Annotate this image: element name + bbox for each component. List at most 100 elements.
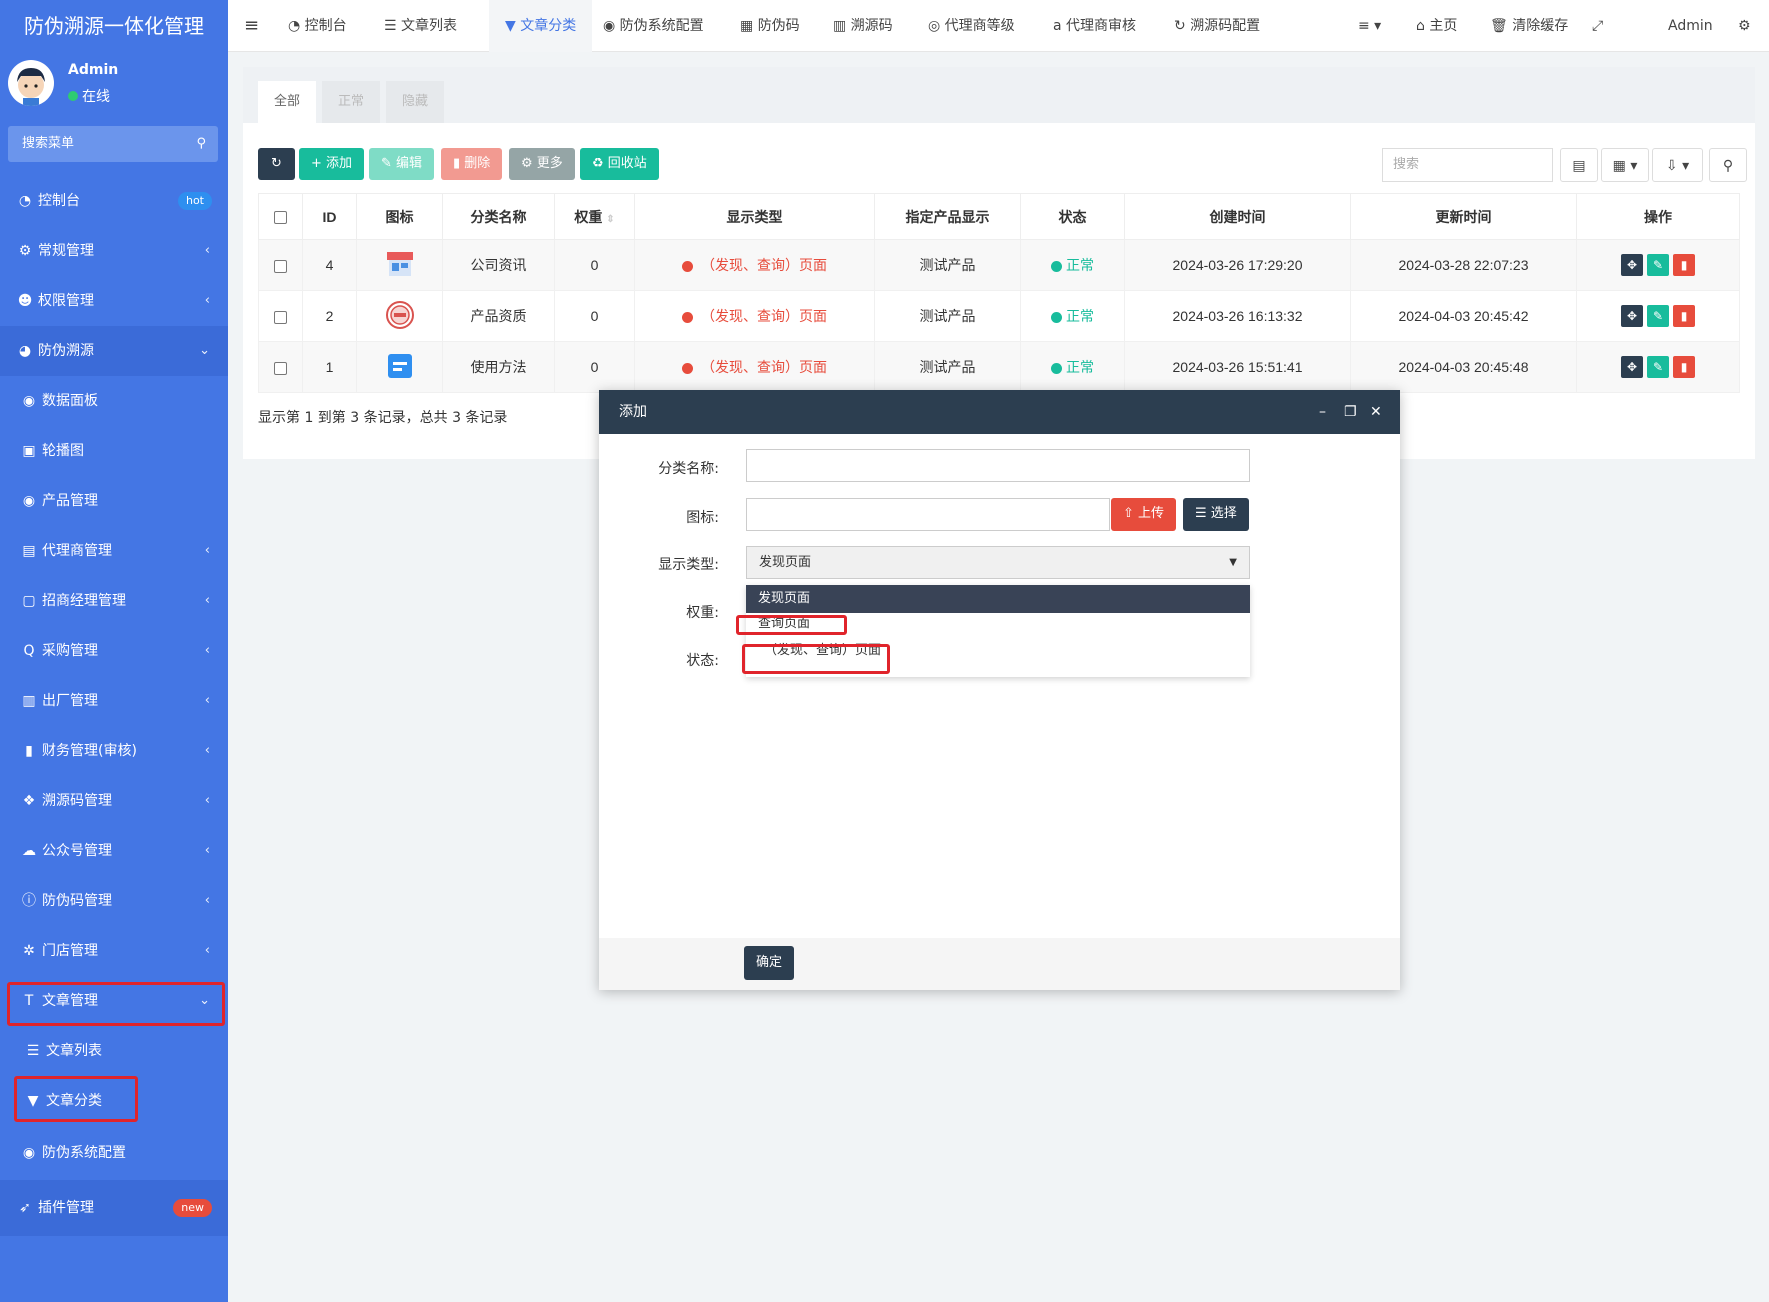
filter-tab-hidden[interactable]: 隐藏: [386, 81, 445, 123]
sidebar-item-stores[interactable]: ✲ 门店管理 ‹: [0, 926, 228, 976]
online-dot-icon: [68, 91, 78, 101]
delete-row-icon[interactable]: ▮: [1673, 254, 1695, 276]
chevron-left-icon: ‹: [204, 843, 210, 858]
sidebar-item-purchase[interactable]: Q 采购管理 ‹: [0, 626, 228, 676]
sidebar-item-plugins[interactable]: ➶ 插件管理 new: [0, 1180, 228, 1236]
columns-dropdown[interactable]: ▦ ▾: [1601, 148, 1649, 182]
edit-row-icon[interactable]: ✎: [1647, 356, 1669, 378]
circle-icon: ◉: [22, 1145, 36, 1161]
sidebar-item-dashboard[interactable]: ◔ 控制台 hot: [0, 176, 228, 226]
sidebar-item-trace[interactable]: ◕ 防伪溯源 ⌄: [0, 326, 228, 376]
close-icon[interactable]: ✕: [1370, 390, 1382, 434]
chevron-left-icon: ‹: [204, 543, 210, 558]
advanced-search-icon[interactable]: ⚲: [1709, 148, 1747, 182]
choose-button[interactable]: ☰ 选择: [1183, 498, 1249, 531]
category-name-input[interactable]: [746, 449, 1250, 482]
asterisk-icon: ✲: [23, 943, 35, 959]
row-checkbox[interactable]: [258, 290, 303, 342]
tab-article-list[interactable]: ☰ 文章列表: [384, 0, 457, 52]
tab-anticounterfeit-code[interactable]: ▦ 防伪码: [740, 0, 800, 52]
display-type-select[interactable]: 发现页面 ▼: [746, 546, 1250, 579]
upload-button[interactable]: ⇧ 上传: [1111, 498, 1177, 531]
drag-move-icon[interactable]: ✥: [1621, 356, 1643, 378]
recycle-bin-button[interactable]: ♻ 回收站: [580, 148, 659, 180]
cell-id: 1: [302, 341, 357, 393]
add-button[interactable]: + 添加: [299, 148, 365, 180]
fullscreen-icon[interactable]: ⤢: [1592, 0, 1603, 52]
sidebar-item-carousel[interactable]: ▣ 轮播图: [0, 426, 228, 476]
delete-button[interactable]: ▮ 删除: [441, 148, 503, 180]
sidebar-item-data-panel[interactable]: ◉ 数据面板: [0, 376, 228, 426]
weight-label: 权重:: [686, 605, 719, 621]
sort-icon: ⇕: [606, 213, 615, 225]
tab-system-config[interactable]: ◉ 防伪系统配置: [603, 0, 704, 52]
minimize-icon[interactable]: –: [1319, 390, 1326, 434]
sidebar-item-general[interactable]: ⚙ 常规管理 ‹: [0, 226, 228, 276]
highlight-articles: [7, 982, 225, 1026]
sidebar-item-trace-codes[interactable]: ❖ 溯源码管理 ‹: [0, 776, 228, 826]
export-dropdown[interactable]: ⇩ ▾: [1652, 148, 1703, 182]
tab-dashboard[interactable]: ◔ 控制台: [288, 0, 347, 52]
sidebar-item-wechat[interactable]: ☁ 公众号管理 ‹: [0, 826, 228, 876]
dashboard-icon: ◔: [18, 193, 32, 209]
sidebar-item-agents[interactable]: ▤ 代理商管理 ‹: [0, 526, 228, 576]
table-row: 4 公司资讯 0 （发现、查询）页面 测试产品 正常 2024-03-26 17…: [258, 239, 1740, 291]
nav-home[interactable]: ⌂ 主页: [1416, 0, 1457, 52]
sidebar-item-article-list[interactable]: ☰ 文章列表: [0, 1026, 228, 1076]
cell-weight: 0: [554, 239, 635, 291]
tab-article-category[interactable]: ▼ 文章分类: [489, 0, 593, 52]
more-button[interactable]: ⚙ 更多: [509, 148, 575, 180]
confirm-button[interactable]: 确定: [744, 946, 795, 980]
sidebar-item-managers[interactable]: ▢ 招商经理管理 ‹: [0, 576, 228, 626]
edit-row-icon[interactable]: ✎: [1647, 254, 1669, 276]
cell-updated: 2024-04-03 20:45:42: [1350, 290, 1577, 342]
user-status: 在线: [68, 86, 110, 106]
delete-row-icon[interactable]: ▮: [1673, 305, 1695, 327]
trash-icon: ▮: [453, 156, 465, 171]
edit-row-icon[interactable]: ✎: [1647, 305, 1669, 327]
highlight-discover-query-page: [742, 644, 890, 674]
menu-toggle-icon[interactable]: ≡: [244, 0, 259, 52]
drag-move-icon[interactable]: ✥: [1621, 305, 1643, 327]
toggle-view-icon[interactable]: ▤: [1560, 148, 1598, 182]
refresh-button[interactable]: ↻: [258, 148, 295, 180]
nav-clear-cache[interactable]: 🗑 清除缓存: [1490, 0, 1568, 52]
select-all-checkbox[interactable]: [258, 193, 303, 240]
sidebar-item-auth[interactable]: ☻ 权限管理 ‹: [0, 276, 228, 326]
maximize-icon[interactable]: ❐: [1344, 390, 1357, 434]
icon-path-input[interactable]: [746, 498, 1110, 531]
chevron-down-icon: ⌄: [199, 343, 210, 358]
table-search-input[interactable]: 搜索: [1382, 148, 1553, 182]
tab-agent-level[interactable]: ◎ 代理商等级: [928, 0, 1015, 52]
more-tabs-dropdown[interactable]: ≡ ▾: [1358, 0, 1381, 52]
col-weight[interactable]: 权重 ⇕: [554, 193, 635, 240]
add-dialog: 添加 – ❐ ✕ 分类名称: 图标: ⇧ 上传 ☰ 选择 显示类型: 发现页面 ▼…: [599, 390, 1400, 990]
sidebar-item-shipping[interactable]: ▥ 出厂管理 ‹: [0, 676, 228, 726]
col-name: 分类名称: [442, 193, 555, 240]
col-id[interactable]: ID: [302, 193, 357, 240]
chevron-left-icon: ‹: [204, 293, 210, 308]
edit-button[interactable]: ✎ 编辑: [369, 148, 435, 180]
refresh-icon: ↻: [271, 156, 282, 171]
sidebar-item-finance[interactable]: ▮ 财务管理(审核) ‹: [0, 726, 228, 776]
menu-search-input[interactable]: 搜索菜单 ⚲: [8, 126, 218, 162]
sidebar-item-products[interactable]: ◉ 产品管理: [0, 476, 228, 526]
option-discover-page[interactable]: 发现页面: [746, 585, 1250, 613]
avatar: [1638, 15, 1658, 35]
row-checkbox[interactable]: [258, 341, 303, 393]
sidebar-item-system-config[interactable]: ◉ 防伪系统配置: [0, 1126, 228, 1180]
chevron-left-icon: ‹: [204, 693, 210, 708]
settings-icon[interactable]: ⚙: [1738, 0, 1751, 52]
filter-tab-all[interactable]: 全部: [258, 81, 317, 123]
nav-user[interactable]: Admin: [1638, 0, 1713, 52]
delete-row-icon[interactable]: ▮: [1673, 356, 1695, 378]
tab-trace-config[interactable]: ↻ 溯源码配置: [1174, 0, 1260, 52]
tab-trace-code[interactable]: ▥ 溯源码: [833, 0, 893, 52]
filter-tab-normal[interactable]: 正常: [322, 81, 381, 123]
drag-move-icon[interactable]: ✥: [1621, 254, 1643, 276]
caret-down-icon: ▼: [1229, 557, 1237, 568]
tab-agent-review[interactable]: a 代理商审核: [1053, 0, 1136, 52]
cubes-icon: ❖: [22, 793, 36, 809]
row-checkbox[interactable]: [258, 239, 303, 291]
sidebar-item-anticounterfeit[interactable]: ⓘ 防伪码管理 ‹: [0, 876, 228, 926]
